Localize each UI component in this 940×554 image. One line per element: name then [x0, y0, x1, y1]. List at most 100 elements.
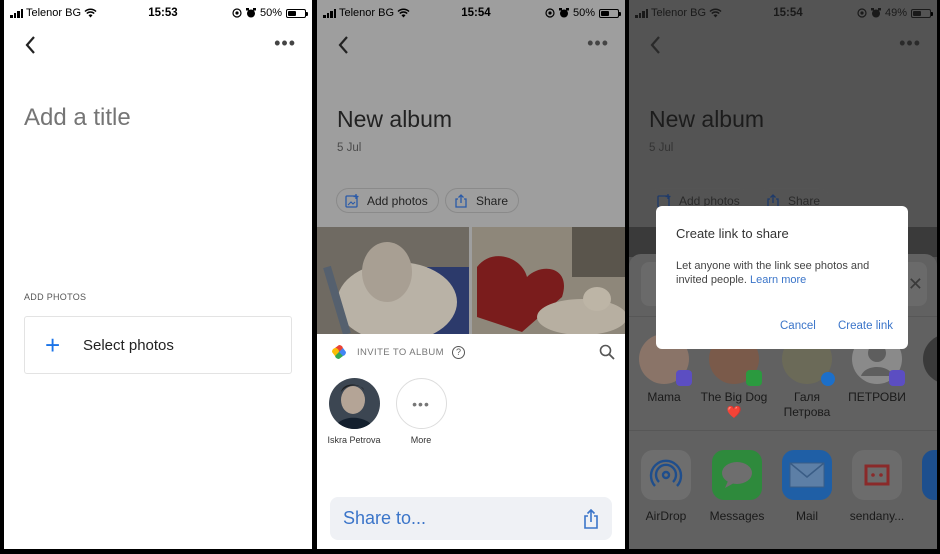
top-bar: •••	[317, 30, 625, 60]
share-app-messages[interactable]: Messages	[702, 450, 772, 523]
photo-thumbnail[interactable]	[317, 227, 469, 334]
app-name: sendany...	[849, 509, 905, 523]
photo-thumbnail[interactable]	[472, 227, 625, 334]
battery-icon	[286, 8, 308, 18]
carrier-label: Telenor BG	[651, 7, 707, 19]
divider	[629, 430, 937, 431]
carrier-label: Telenor BG	[26, 7, 82, 19]
signal-icon	[635, 8, 648, 18]
share-icon	[455, 193, 467, 208]
app-name: AirDrop	[645, 509, 687, 523]
ios-share-icon	[584, 508, 598, 529]
back-arrow-icon[interactable]	[335, 34, 355, 56]
google-photos-icon	[332, 345, 346, 359]
create-link-dialog: Create link to share Let anyone with the…	[656, 206, 908, 349]
messages-icon	[712, 450, 762, 500]
share-app-sendanywhere[interactable]: sendany...	[842, 450, 912, 523]
add-photos-heading: ADD PHOTOS	[24, 292, 87, 302]
rotation-lock-icon	[232, 8, 242, 18]
top-bar: •••	[629, 30, 937, 60]
app-name: Mail	[795, 509, 818, 523]
back-arrow-icon[interactable]	[22, 34, 42, 56]
share-to-button[interactable]: Share to...	[330, 497, 612, 540]
top-bar: •••	[4, 30, 312, 60]
more-contacts-button[interactable]: ••• More	[389, 378, 453, 445]
person-name: The Big Dog ❤️	[700, 390, 768, 419]
avatar	[328, 378, 380, 429]
messages-badge-icon	[746, 370, 762, 386]
share-to-label: Share to...	[343, 508, 427, 528]
create-link-button[interactable]: Create link	[838, 320, 893, 332]
album-title-input[interactable]	[24, 104, 284, 132]
album-title: New album	[337, 106, 453, 132]
plus-icon: +	[45, 330, 61, 360]
screen-add-title: Telenor BG 15:53 50% ••• ADD PHOTOS + Se…	[4, 0, 312, 549]
select-photos-label: Select photos	[83, 336, 174, 354]
cancel-button[interactable]: Cancel	[780, 320, 816, 332]
signal-icon	[10, 8, 23, 18]
add-photos-label: Add photos	[367, 193, 428, 208]
avatar	[923, 334, 937, 384]
dialog-title: Create link to share	[676, 226, 789, 241]
battery-percent: 50%	[259, 7, 282, 19]
album-title: New album	[649, 106, 765, 132]
contact-name: More	[410, 435, 432, 445]
learn-more-link[interactable]: Learn more	[750, 274, 806, 286]
add-photo-icon	[345, 193, 359, 208]
close-icon[interactable]: ✕	[908, 274, 923, 295]
screen-create-link: Telenor BG 15:54 49% ••• New album 5 Jul…	[629, 0, 937, 549]
share-app-mail[interactable]: Mail	[772, 450, 842, 523]
person-name: Mama	[647, 390, 681, 404]
back-arrow-icon[interactable]	[647, 34, 667, 56]
viber-badge-icon	[676, 370, 692, 386]
more-options-icon[interactable]: •••	[274, 34, 296, 52]
app-name: Fac	[912, 509, 938, 523]
help-icon[interactable]: ?	[451, 345, 465, 359]
alarm-icon	[245, 8, 256, 18]
share-button[interactable]: Share	[445, 188, 520, 213]
invite-header: INVITE TO ALBUM ?	[331, 342, 615, 362]
share-app-facebook[interactable]: Fac	[912, 450, 937, 523]
carrier-label: Telenor BG	[339, 7, 395, 19]
screen-invite-to-album: Telenor BG 15:54 50% ••• New album 5 Jul…	[317, 0, 625, 549]
more-options-icon[interactable]: •••	[587, 34, 609, 52]
person-name: M S	[913, 390, 937, 405]
wifi-icon	[397, 8, 410, 18]
alarm-icon	[870, 8, 881, 18]
album-date: 5 Jul	[337, 142, 362, 154]
invite-sheet: INVITE TO ALBUM ? Iskra Petrova ••• More…	[317, 334, 625, 549]
rotation-lock-icon	[545, 8, 555, 18]
contact-name: Iskra Petrova	[327, 435, 381, 445]
invite-to-album-label: INVITE TO ALBUM	[357, 346, 444, 358]
contact-iskra-petrova[interactable]: Iskra Petrova	[322, 378, 386, 445]
status-bar: Telenor BG 15:54 49%	[629, 0, 937, 26]
facebook-icon	[922, 450, 937, 500]
share-app-airdrop[interactable]: AirDrop	[631, 450, 701, 523]
add-photos-button[interactable]: Add photos	[336, 188, 439, 213]
more-icon: •••	[395, 378, 447, 429]
messenger-badge-icon	[821, 372, 835, 386]
status-bar: Telenor BG 15:54 50%	[317, 0, 625, 26]
battery-icon	[911, 8, 933, 18]
more-options-icon[interactable]: •••	[899, 34, 921, 52]
airdrop-icon	[641, 450, 691, 500]
person-name: ПЕТРОВИ	[848, 390, 906, 404]
clock: 15:54	[773, 7, 803, 19]
status-bar: Telenor BG 15:53 50%	[4, 0, 312, 26]
search-icon[interactable]	[599, 344, 615, 360]
battery-percent: 49%	[884, 7, 907, 19]
person-name: Галя Петрова	[783, 390, 831, 419]
select-photos-button[interactable]: + Select photos	[24, 316, 292, 374]
app-name: Messages	[709, 509, 765, 523]
signal-icon	[323, 8, 336, 18]
share-person[interactable]: M S	[913, 334, 937, 405]
dialog-body: Let anyone with the link see photos and …	[676, 259, 894, 287]
album-date: 5 Jul	[649, 142, 674, 154]
clock: 15:53	[148, 7, 178, 19]
wifi-icon	[709, 8, 722, 18]
battery-icon	[599, 8, 621, 18]
dog-photo	[317, 227, 469, 334]
dog-heart-photo	[472, 227, 625, 334]
send-anywhere-icon	[852, 450, 902, 500]
wifi-icon	[84, 8, 97, 18]
